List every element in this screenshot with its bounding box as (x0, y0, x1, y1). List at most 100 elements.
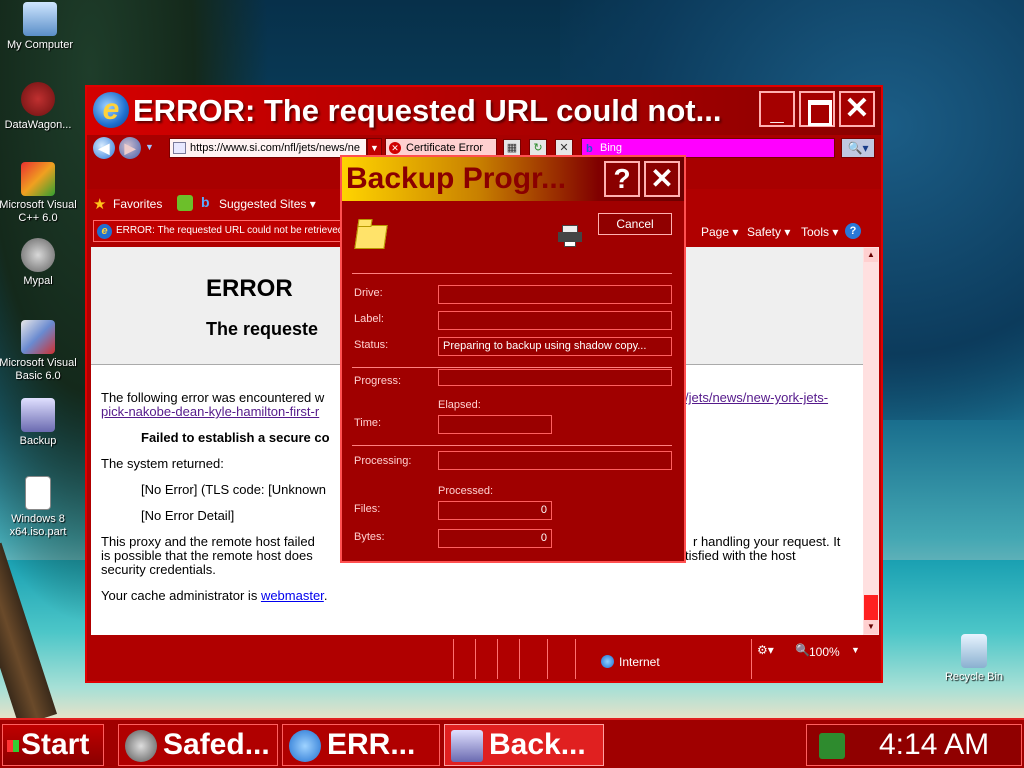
tab-current[interactable]: e ERROR: The requested URL could not be … (93, 220, 345, 242)
processing-label: Processing: (354, 455, 412, 467)
cache-admin-text: Your cache administrator is (101, 588, 261, 603)
desktop-icon-label: Windows 8 x64.iso.part (9, 513, 67, 538)
help-icon[interactable]: ? (845, 223, 861, 239)
explanation-line-1-right: r handling your request. It (693, 534, 841, 549)
back-icon[interactable]: ◀ (93, 137, 115, 159)
history-dropdown-icon[interactable]: ▼ (145, 142, 154, 152)
desktop-icon-mypal[interactable]: Mypal (0, 238, 78, 288)
dialog-help-button[interactable]: ? (604, 161, 640, 197)
desktop-icon-backup[interactable]: Backup (0, 398, 78, 448)
clock[interactable]: 4:14 AM (879, 725, 989, 765)
backup-icon (21, 398, 55, 432)
desktop-icon-recycle-bin[interactable]: Recycle Bin (934, 634, 1014, 684)
zoom-level[interactable]: 100% (809, 645, 840, 659)
scroll-up-icon[interactable]: ▲ (864, 248, 878, 262)
security-zone: Internet (619, 655, 660, 669)
desktop-icon-datawagon[interactable]: DataWagon... (0, 82, 78, 132)
maximize-button[interactable] (799, 91, 835, 127)
taskbar-button-label: ERR... (327, 728, 416, 761)
taskbar-button-safed[interactable]: Safed... (118, 724, 278, 766)
folder-icon (354, 225, 388, 249)
zoom-icon[interactable]: 🔍 (795, 643, 810, 657)
taskbar: Start Safed... ERR... Back... 4:14 AM (0, 718, 1024, 768)
page-subtitle: The requeste (206, 319, 319, 339)
zoom-dropdown-icon[interactable]: ▼ (851, 645, 860, 655)
protected-mode-icon[interactable]: ⚙▾ (757, 643, 774, 657)
visual-cpp-icon (21, 162, 55, 196)
safely-remove-hardware-icon[interactable] (819, 733, 845, 759)
url-link-continued[interactable]: pick-nakobe-dean-kyle-hamilton-first-r (101, 405, 319, 419)
elapsed-caption: Elapsed: (438, 399, 481, 411)
globe-icon (601, 655, 614, 668)
error-reason: Failed to establish a secure co (141, 430, 330, 445)
shield-error-icon: ✕ (389, 142, 401, 154)
desktop-icon-windows-iso[interactable]: Windows 8 x64.iso.part (0, 476, 78, 539)
url-link[interactable]: /jets/news/new-york-jets- (685, 391, 828, 405)
ie-tab-icon: e (97, 224, 112, 239)
desktop-icon-label: Backup (19, 435, 57, 447)
divider (352, 273, 672, 274)
taskbar-button-label: Safed... (163, 728, 270, 761)
status-field: Preparing to backup using shadow copy... (438, 337, 672, 356)
vertical-scrollbar[interactable]: ▲ ▼ (863, 247, 879, 635)
desktop-icon-label: My Computer (6, 39, 74, 51)
tools-menu[interactable]: Tools ▾ (801, 225, 838, 239)
webmaster-link[interactable]: webmaster (261, 588, 324, 603)
explanation-line-1: This proxy and the remote host failed (101, 534, 315, 549)
address-text: https://www.si.com/nfl/jets/news/ne (190, 142, 360, 154)
close-button[interactable]: ✕ (839, 91, 875, 127)
desktop-icon-visual-basic[interactable]: Microsoft Visual Basic 6.0 (0, 320, 78, 383)
visual-basic-icon (21, 320, 55, 354)
bing-icon: b (201, 194, 210, 210)
status-bar: Internet ⚙▾ 🔍 100% ▼ (87, 637, 881, 681)
add-favorites-icon[interactable] (177, 195, 193, 211)
start-label: Start (21, 728, 90, 761)
status-label: Status: (354, 339, 389, 351)
star-icon[interactable]: ★ (93, 195, 106, 213)
url-link-text[interactable]: /jets/news/new-york-jets- (685, 390, 828, 405)
suggested-sites-button[interactable]: Suggested Sites ▾ (219, 197, 316, 211)
ie-logo-icon: e (93, 92, 129, 128)
scroll-thumb[interactable] (864, 595, 878, 621)
scroll-down-icon[interactable]: ▼ (864, 620, 878, 634)
safety-menu[interactable]: Safety ▾ (747, 225, 790, 239)
cache-admin-line: Your cache administrator is webmaster. (101, 589, 327, 603)
search-icon[interactable]: 🔍▾ (841, 138, 875, 158)
browser-titlebar[interactable]: e ERROR: The requested URL could not... … (87, 87, 881, 135)
desktop-icon-my-computer[interactable]: My Computer (0, 2, 80, 52)
taskbar-button-label: Back... (489, 728, 586, 761)
minimize-button[interactable]: _ (759, 91, 795, 127)
taskbar-button-error[interactable]: ERR... (282, 724, 440, 766)
start-button[interactable]: Start (2, 724, 104, 766)
divider (352, 445, 672, 446)
desktop-icon-visual-cpp[interactable]: Microsoft Visual C++ 6.0 (0, 162, 78, 225)
cancel-button[interactable]: Cancel (598, 213, 672, 235)
desktop-icon-label: Recycle Bin (944, 671, 1004, 683)
dialog-close-button[interactable]: ✕ (644, 161, 680, 197)
dialog-titlebar[interactable]: Backup Progr... ? ✕ (342, 157, 684, 201)
drive-label: Drive: (354, 287, 383, 299)
label-label: Label: (354, 313, 384, 325)
tab-label: ERROR: The requested URL could not be re… (116, 225, 344, 236)
url-link-text-2[interactable]: pick-nakobe-dean-kyle-hamilton-first-r (101, 404, 319, 419)
system-tray: 4:14 AM (806, 724, 1022, 766)
tls-error: [No Error] (TLS code: [Unknown (141, 482, 326, 497)
certificate-error-label: Certificate Error (406, 142, 484, 154)
bytes-count: 0 (438, 529, 552, 548)
page-icon (173, 142, 186, 154)
cache-admin-period: . (323, 588, 328, 603)
address-bar[interactable]: https://www.si.com/nfl/jets/news/ne (169, 138, 367, 158)
favorites-button[interactable]: Favorites (113, 197, 162, 211)
desktop-icon-label: Mypal (23, 275, 53, 287)
processing-field (438, 451, 672, 470)
label-field (438, 311, 672, 330)
recycle-bin-icon (961, 634, 987, 668)
divider (352, 367, 672, 368)
forward-icon[interactable]: ▶ (119, 137, 141, 159)
tape-drive-icon (558, 225, 582, 247)
taskbar-button-backup[interactable]: Back... (444, 724, 604, 766)
explanation-line-2-right: tisfied with the host (685, 548, 796, 563)
error-detail: [No Error Detail] (141, 508, 235, 523)
page-menu[interactable]: Page ▾ (701, 225, 738, 239)
page-title: ERROR (206, 275, 293, 302)
